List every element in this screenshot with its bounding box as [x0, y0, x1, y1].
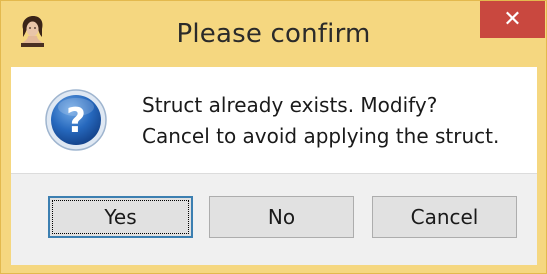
question-icon: ? [44, 88, 108, 152]
yes-button[interactable]: Yes [48, 196, 193, 238]
window-title: Please confirm [176, 19, 371, 49]
close-button[interactable]: ✕ [480, 1, 545, 38]
title-bar[interactable]: Please confirm ✕ [1, 1, 546, 67]
cancel-button-label: Cancel [410, 205, 479, 229]
no-button[interactable]: No [209, 196, 354, 238]
confirm-message: Struct already exists. Modify? Cancel to… [142, 90, 499, 152]
dialog-window: Please confirm ✕ ? Struct already exists… [0, 0, 547, 274]
button-bar: Yes No Cancel [11, 173, 537, 265]
dialog-client-area: ? Struct already exists. Modify? Cancel … [11, 67, 537, 265]
message-line-2: Cancel to avoid applying the struct. [142, 124, 500, 148]
cancel-button[interactable]: Cancel [372, 196, 517, 238]
svg-text:?: ? [66, 101, 86, 141]
close-icon: ✕ [503, 7, 522, 32]
message-line-1: Struct already exists. Modify? [142, 93, 438, 117]
message-area: ? Struct already exists. Modify? Cancel … [11, 67, 537, 173]
no-button-label: No [267, 205, 296, 229]
yes-button-label: Yes [104, 205, 137, 229]
